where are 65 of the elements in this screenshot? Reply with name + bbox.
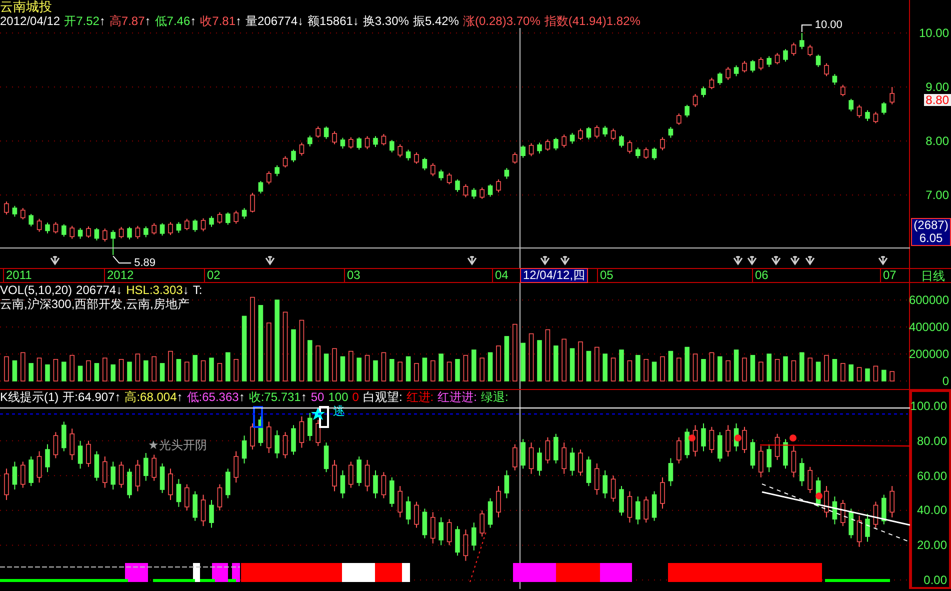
trend-arrow: ↑ bbox=[238, 390, 245, 404]
volume-tick: 0 bbox=[942, 375, 949, 387]
indicator-value: 开:64.907 bbox=[62, 390, 115, 404]
trend-arrow: ↓ bbox=[352, 14, 359, 28]
volume-value: 206774 bbox=[76, 283, 116, 297]
indicator-tick: 40.00 bbox=[916, 504, 947, 516]
trend-arrow: ↑ bbox=[114, 390, 121, 404]
date-label: 03 bbox=[344, 269, 360, 282]
trend-arrow: ↓ bbox=[182, 283, 189, 297]
trend-arrow: ↑ bbox=[176, 390, 183, 404]
quote-value: 开7.52 bbox=[64, 14, 100, 28]
volume-value: T: bbox=[192, 283, 202, 297]
indicator-value: 50 bbox=[310, 390, 324, 404]
cursor-date-label: 12/04/12,四 bbox=[520, 268, 588, 283]
price-tick: 8.00 bbox=[926, 135, 949, 148]
indicator-value: K线提示(1) bbox=[0, 390, 59, 404]
indicator-value: 低:65.363 bbox=[186, 390, 239, 404]
quote-value: 振5.42% bbox=[412, 14, 459, 28]
indicator-value: 红进进: bbox=[438, 390, 477, 404]
quote-value: 高7.87 bbox=[109, 14, 145, 28]
date-label: 06 bbox=[752, 269, 768, 282]
price-tick: 10.00 bbox=[918, 26, 949, 39]
trend-arrow: ↑ bbox=[144, 14, 151, 28]
volume-value: VOL(5,10,20) bbox=[0, 283, 72, 297]
indicator-tick: 20.00 bbox=[916, 539, 947, 552]
quote-value: 收7.81 bbox=[200, 14, 236, 28]
date-label: 05 bbox=[597, 269, 614, 282]
trend-arrow: ↓ bbox=[298, 14, 304, 28]
volume-value: HSL:3.303 bbox=[126, 283, 183, 297]
quote-value: 2012/04/12 bbox=[0, 14, 60, 28]
indicator-value: 绿退: bbox=[480, 390, 508, 404]
indicator-value: 100 bbox=[328, 390, 348, 404]
price-tick: 9.00 bbox=[926, 80, 949, 93]
quote-value: 换3.30% bbox=[362, 14, 409, 28]
pattern-label: ★光头开阴 bbox=[148, 438, 207, 452]
indicator-value: 高:68.004 bbox=[124, 390, 177, 404]
indicator-tick: 80.00 bbox=[916, 434, 947, 447]
low-price-label: 5.89 bbox=[134, 257, 156, 268]
indicator-tick: 60.00 bbox=[916, 470, 947, 482]
stock-title: 云南城投 bbox=[0, 0, 52, 14]
date-label: 07 bbox=[880, 269, 896, 282]
indicator-value: 红进: bbox=[406, 390, 434, 404]
date-label: 2012 bbox=[104, 269, 134, 282]
trend-arrow: ↑ bbox=[300, 390, 307, 404]
trend-arrow: ↓ bbox=[116, 283, 122, 297]
trend-arrow: ↑ bbox=[99, 14, 106, 28]
quote-value: 指数(41.94)1.82% bbox=[544, 14, 640, 28]
sector-list: 云南,沪深300,西部开发,云南,房地产 bbox=[0, 297, 190, 311]
current-price-tag: 8.80 bbox=[924, 94, 951, 106]
trend-arrow: ↑ bbox=[190, 14, 196, 28]
quote-value: 低7.46 bbox=[154, 14, 190, 28]
quote-value: 额15861 bbox=[308, 14, 353, 28]
date-label: 02 bbox=[204, 269, 220, 282]
date-label: 2011 bbox=[3, 269, 32, 282]
indicator-value: 0 bbox=[352, 390, 359, 404]
indicator-value: 收:75.731 bbox=[248, 390, 301, 404]
high-price-label: 10.00 bbox=[814, 18, 842, 31]
info-box: (2687) 6.05 bbox=[911, 218, 951, 246]
date-label: 04 bbox=[492, 269, 508, 282]
indicator-value: 白观望: bbox=[362, 390, 402, 404]
trend-arrow: ↑ bbox=[236, 14, 242, 28]
quote-value: 涨(0.28)3.70% bbox=[462, 14, 540, 28]
indicator-tick: 0.00 bbox=[924, 574, 947, 586]
quote-value: 量206774 bbox=[246, 14, 298, 28]
price-tick: 7.00 bbox=[926, 189, 949, 202]
